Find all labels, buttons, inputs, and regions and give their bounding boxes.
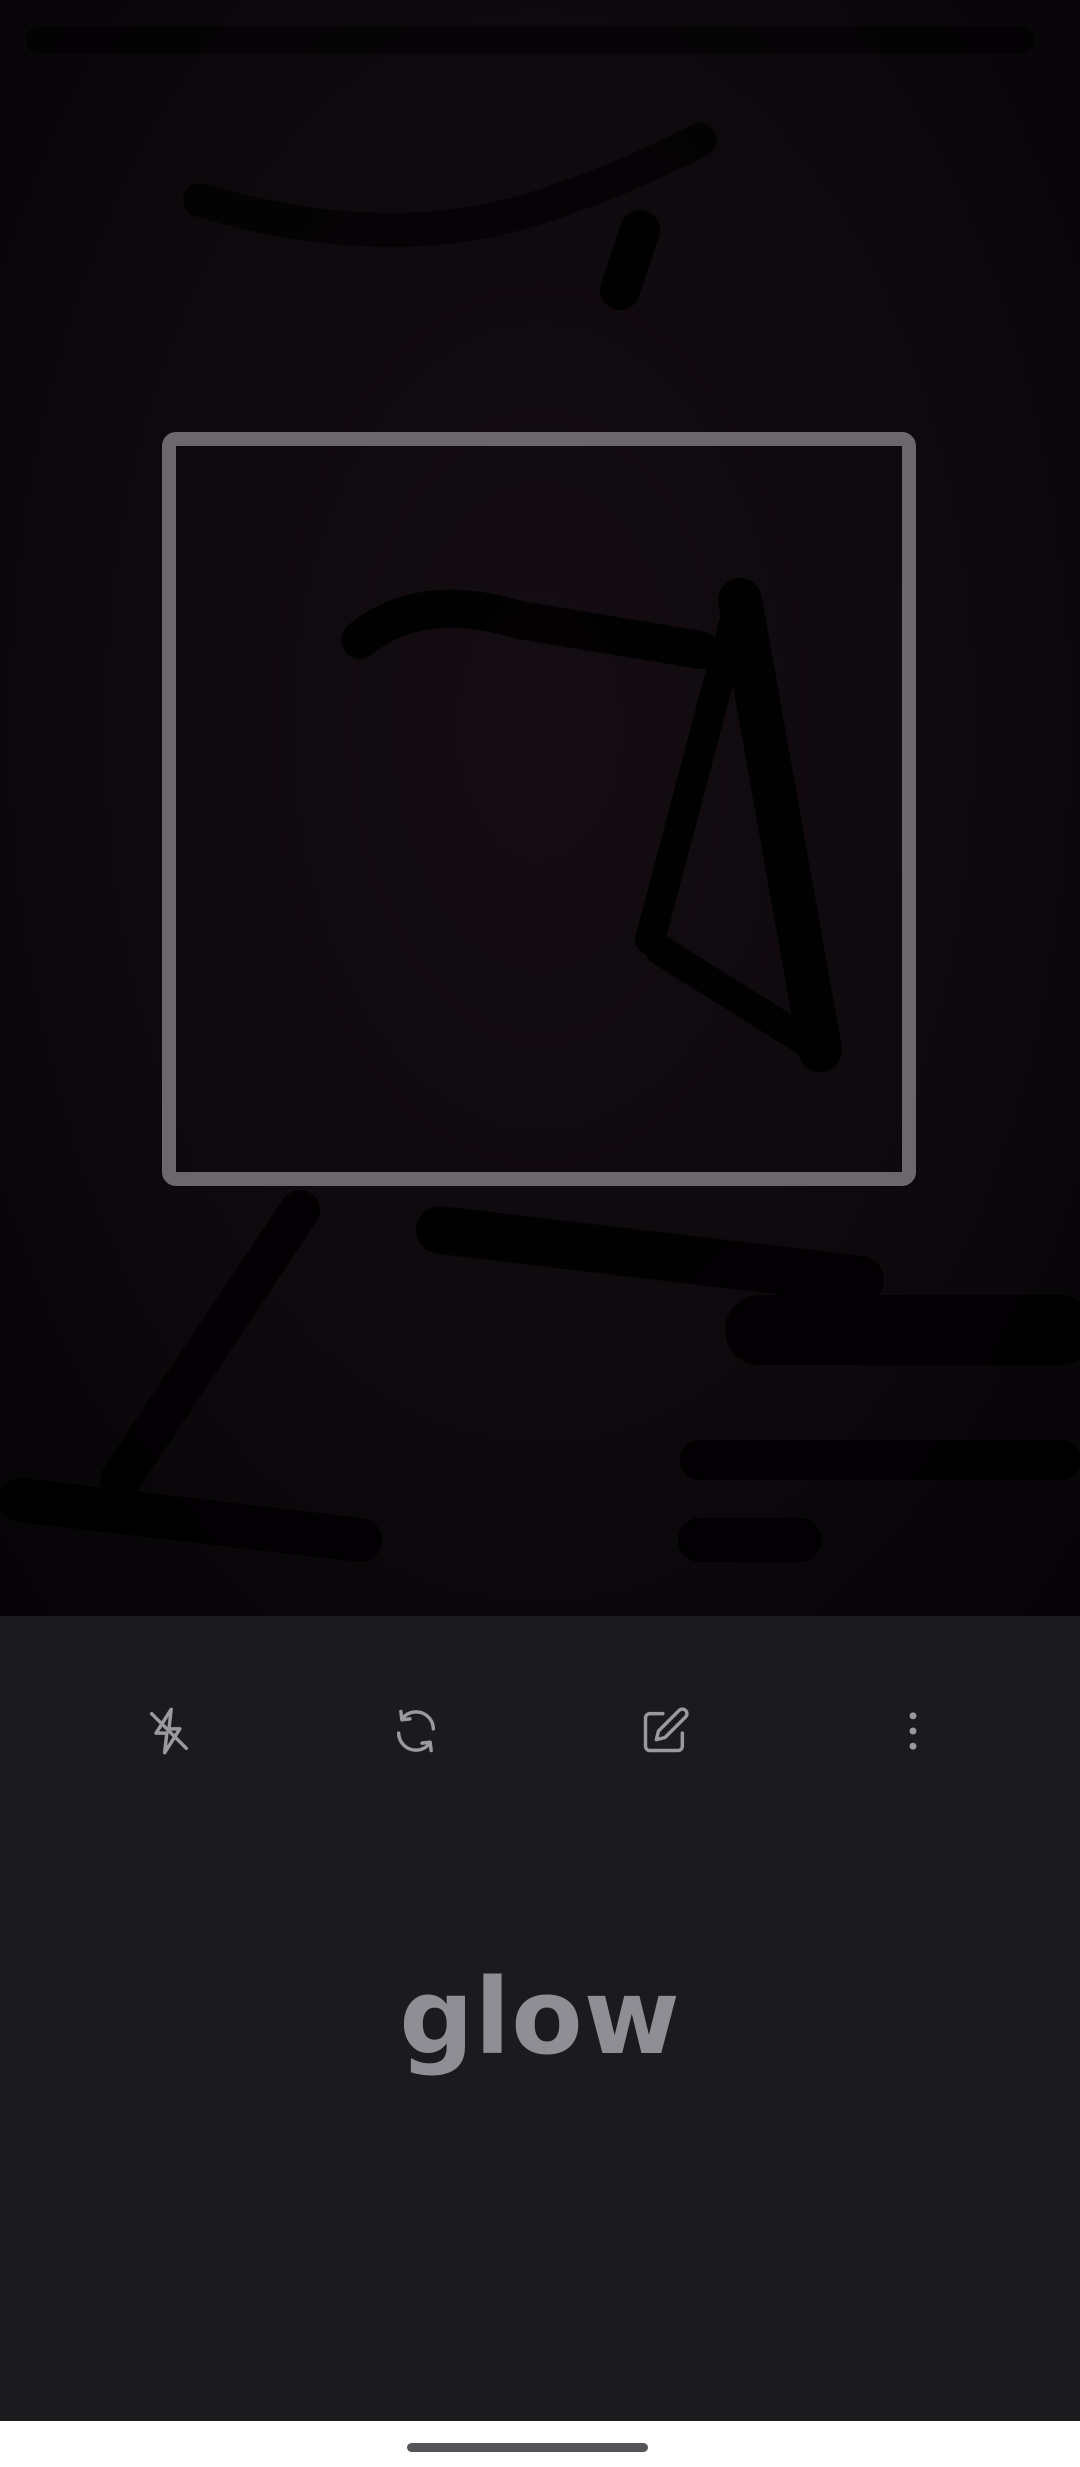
edit-text-button[interactable]	[615, 1676, 715, 1786]
navigation-bar	[0, 2421, 1080, 2467]
switch-camera-button[interactable]	[366, 1676, 466, 1786]
home-gesture-handle[interactable]	[407, 2443, 648, 2452]
more-vertical-icon	[909, 1712, 917, 1750]
more-options-button[interactable]	[863, 1676, 963, 1786]
bottom-panel: glow	[0, 1616, 1080, 2421]
flash-off-icon	[149, 1707, 189, 1755]
switch-camera-icon	[396, 1709, 436, 1753]
scan-frame	[162, 432, 916, 1186]
camera-screen: glow	[0, 0, 1080, 2467]
camera-viewfinder[interactable]	[0, 0, 1080, 1616]
recognized-word[interactable]: glow	[0, 1956, 1080, 2078]
flash-toggle-button[interactable]	[119, 1676, 219, 1786]
edit-pencil-icon	[643, 1707, 689, 1753]
camera-toolbar	[0, 1676, 1080, 1786]
